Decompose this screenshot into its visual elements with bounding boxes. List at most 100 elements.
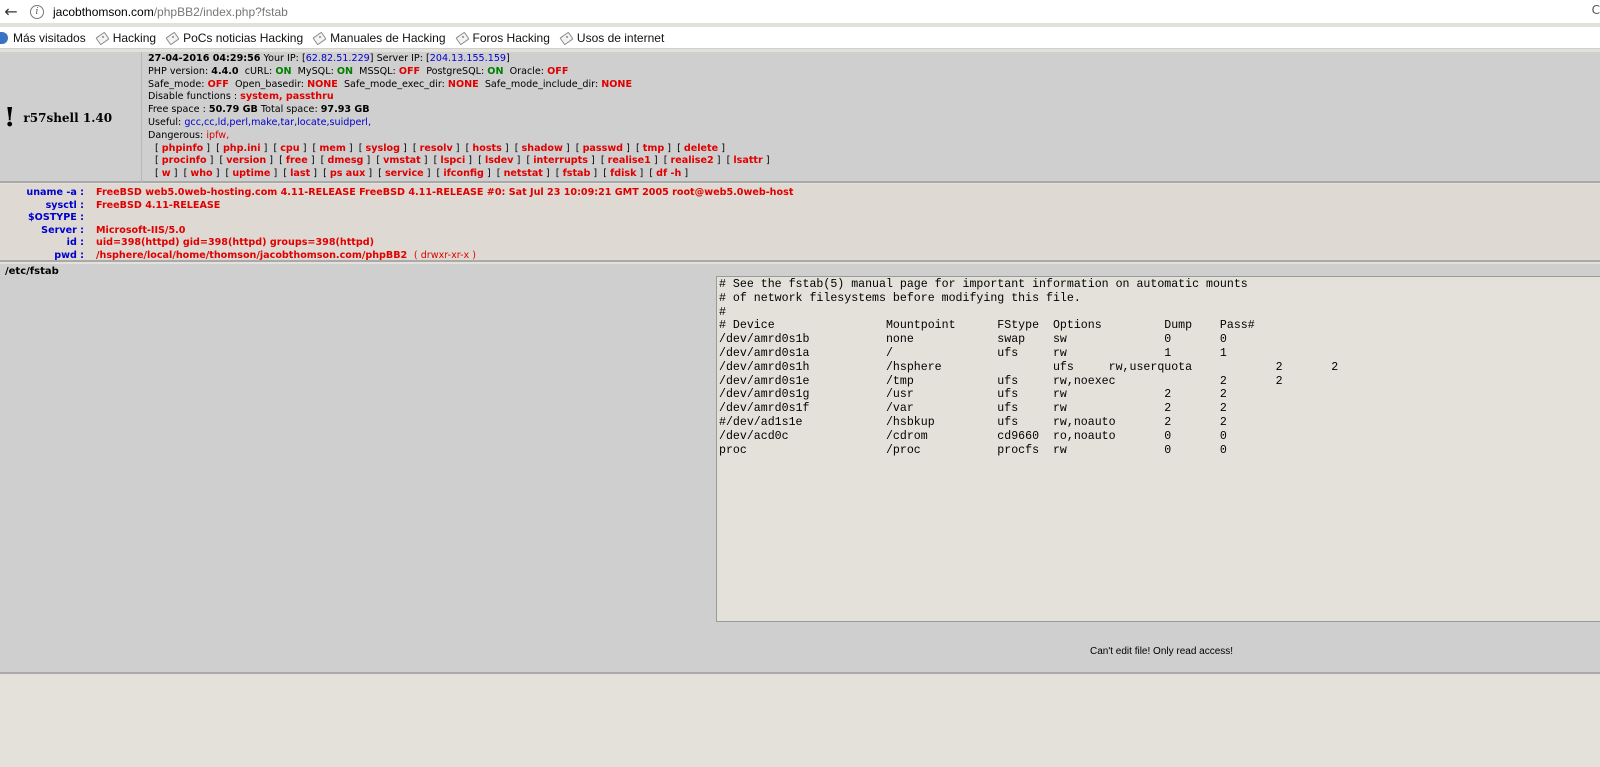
cmd-phpinfo[interactable]: phpinfo xyxy=(162,143,203,154)
curl-status: ON xyxy=(275,65,292,77)
cmd-syslog[interactable]: syslog xyxy=(366,143,400,154)
sysinfo-row-id: id : uid=398(httpd) gid=398(httpd) group… xyxy=(0,237,1600,250)
total-space: 97.93 GB xyxy=(320,104,370,116)
shell-header: ! r57shell 1.40 27-04-2016 04:29:56 Your… xyxy=(0,52,1600,183)
cmd-ifconfig[interactable]: ifconfig xyxy=(443,168,484,179)
sysinfo-row-sysctl: sysctl : FreeBSD 4.11-RELEASE xyxy=(0,200,1600,213)
command-row-2: [ procinfo ] [ version ] [ free ] [ dmes… xyxy=(155,155,770,167)
safe-mode: OFF xyxy=(207,78,229,90)
cmd-lspci[interactable]: lspci xyxy=(440,155,465,166)
free-space: 50.79 GB xyxy=(208,104,258,116)
site-info-icon[interactable]: i xyxy=(30,4,44,19)
sysinfo-value: Microsoft-IIS/5.0 xyxy=(96,224,186,236)
url-path: /phpBB2/index.php?fstab xyxy=(153,4,288,19)
server-info: 27-04-2016 04:29:56 Your IP: [62.82.51.2… xyxy=(148,53,770,181)
cmd-delete[interactable]: delete xyxy=(684,143,718,154)
cmd-lsattr[interactable]: lsattr xyxy=(733,155,762,166)
system-info: uname -a : FreeBSD web5.0web-hosting.com… xyxy=(0,184,1600,262)
cmd-mem[interactable]: mem xyxy=(319,143,346,154)
cmd-shadow[interactable]: shadow xyxy=(522,143,563,154)
cmd-version[interactable]: version xyxy=(226,155,266,166)
free-label: Free space : xyxy=(148,104,206,116)
tag-icon xyxy=(456,32,468,44)
cmd-dmesg[interactable]: dmesg xyxy=(327,155,363,166)
mssql-label: MSSQL: xyxy=(359,65,396,77)
cmd-service[interactable]: service xyxy=(385,168,424,179)
sysinfo-row-uname: uname -a : FreeBSD web5.0web-hosting.com… xyxy=(0,187,1600,200)
file-content-textarea[interactable]: # See the fstab(5) manual page for impor… xyxy=(716,276,1600,622)
mysql-label: MySQL: xyxy=(297,65,334,77)
cmd-uptime[interactable]: uptime xyxy=(232,168,270,179)
open-basedir: NONE xyxy=(307,78,338,90)
cmd-cpu[interactable]: cpu xyxy=(280,143,299,154)
include-dir: NONE xyxy=(601,78,633,90)
tag-icon xyxy=(560,32,572,44)
your-ip-label: Your IP: xyxy=(263,53,299,64)
cmd-realise2[interactable]: realise2 xyxy=(671,155,714,166)
bookmark-label: Manuales de Hacking xyxy=(330,30,446,45)
useful-label: Useful: xyxy=(148,116,182,128)
cmd-df-h[interactable]: df -h xyxy=(656,168,681,179)
cmd-vmstat[interactable]: vmstat xyxy=(383,155,421,166)
cmd-last[interactable]: last xyxy=(290,168,310,179)
bookmark-usos[interactable]: Usos de internet xyxy=(560,31,664,45)
cmd-resolv[interactable]: resolv xyxy=(420,143,453,154)
shell-name: r57shell 1.40 xyxy=(23,110,113,125)
cmd-fstab[interactable]: fstab xyxy=(563,168,591,179)
cmd-free[interactable]: free xyxy=(286,155,308,166)
cmd-who[interactable]: who xyxy=(190,168,212,179)
toolbar-edge-glyph: C xyxy=(1591,3,1600,17)
sysinfo-key: sysctl : xyxy=(45,199,84,211)
cmd-realise1[interactable]: realise1 xyxy=(608,155,651,166)
back-arrow-icon[interactable]: ← xyxy=(0,1,22,23)
curl-label: cURL: xyxy=(244,65,273,77)
bookmark-mas-visitados[interactable]: Más visitados xyxy=(0,31,86,45)
cmd-php-ini[interactable]: php.ini xyxy=(223,143,261,154)
sysinfo-value: FreeBSD web5.0web-hosting.com 4.11-RELEA… xyxy=(96,187,794,198)
cmd-interrupts[interactable]: interrupts xyxy=(533,155,588,166)
bookmark-pocs[interactable]: PoCs noticias Hacking xyxy=(166,31,303,45)
sysinfo-value: uid=398(httpd) gid=398(httpd) groups=398… xyxy=(96,237,374,249)
cmd-hosts[interactable]: hosts xyxy=(472,143,501,154)
include-dir-label: Safe_mode_include_dir: xyxy=(484,78,599,90)
tag-icon xyxy=(166,32,178,44)
cmd-passwd[interactable]: passwd xyxy=(583,143,624,154)
cmd-procinfo[interactable]: procinfo xyxy=(162,155,207,166)
bookmark-label: Foros Hacking xyxy=(472,30,550,45)
tag-icon xyxy=(96,32,108,44)
disabled-functions: system, passthru xyxy=(240,91,334,103)
bookmark-foros[interactable]: Foros Hacking xyxy=(456,31,550,45)
cmd-lsdev[interactable]: lsdev xyxy=(485,155,514,166)
sysinfo-key: uname -a : xyxy=(26,187,84,198)
open-basedir-label: Open_basedir: xyxy=(234,78,304,90)
file-path: /etc/fstab xyxy=(5,266,59,277)
url-bar[interactable]: ← i jacobthomson.com/phpBB2/index.php?fs… xyxy=(0,0,1600,24)
cmd-tmp[interactable]: tmp xyxy=(643,143,664,154)
bookmark-hacking[interactable]: Hacking xyxy=(96,31,156,45)
info-line-php: PHP version: 4.4.0 cURL: ON MySQL: ON MS… xyxy=(148,66,770,79)
command-row-1: [ phpinfo ] [ php.ini ] [ cpu ] [ mem ] … xyxy=(155,142,725,154)
php-label: PHP version: xyxy=(148,65,209,77)
cmd-netstat[interactable]: netstat xyxy=(504,168,543,179)
info-line-dangerous: Dangerous: ipfw, xyxy=(148,130,770,143)
bookmark-label: Usos de internet xyxy=(576,30,665,45)
url-text[interactable]: jacobthomson.com/phpBB2/index.php?fstab xyxy=(53,5,288,19)
shell-logo: ! r57shell 1.40 xyxy=(0,52,142,183)
cmd-w[interactable]: w xyxy=(162,168,171,179)
pwd-path: /hsphere/local/home/thomson/jacobthomson… xyxy=(96,250,408,261)
firefox-icon xyxy=(0,31,8,44)
bookmark-manuales[interactable]: Manuales de Hacking xyxy=(313,30,446,45)
server-ip-label: Server IP: xyxy=(376,53,423,64)
cmd-ps-aux[interactable]: ps aux xyxy=(330,168,365,179)
page-bottom xyxy=(0,676,1600,767)
pgsql-status: ON xyxy=(487,65,504,77)
server-ip: 204.13.155.159 xyxy=(429,53,507,64)
oracle-status: OFF xyxy=(547,65,569,77)
exec-dir-label: Safe_mode_exec_dir: xyxy=(343,78,445,90)
info-line-useful: Useful: gcc,cc,ld,perl,make,tar,locate,s… xyxy=(148,117,770,130)
dangerous-label: Dangerous: xyxy=(148,129,204,141)
mysql-status: ON xyxy=(336,65,354,77)
bookmark-label: PoCs noticias Hacking xyxy=(183,30,304,45)
cmd-fdisk[interactable]: fdisk xyxy=(610,168,636,179)
sysinfo-key: Server : xyxy=(41,224,84,236)
